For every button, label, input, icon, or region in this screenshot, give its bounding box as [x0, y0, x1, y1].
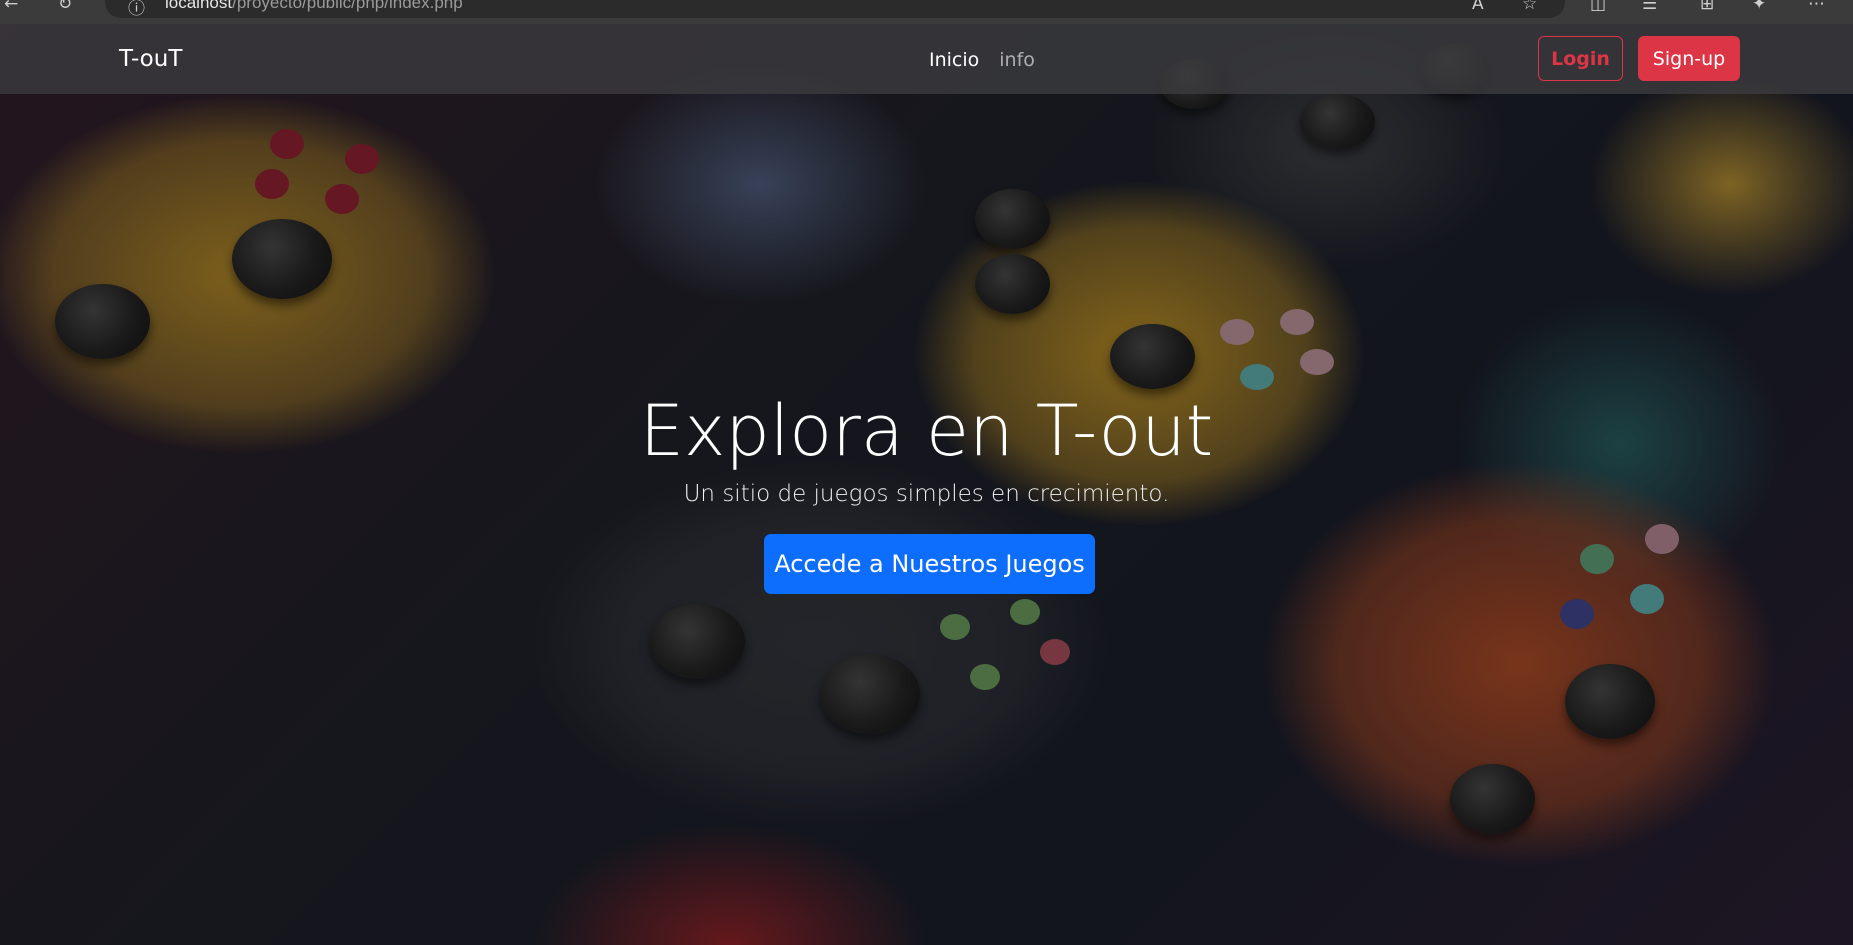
favorites-icon[interactable]: ☰: [1642, 0, 1657, 14]
brand-logo[interactable]: T-ouT: [119, 46, 182, 72]
nav-link-inicio[interactable]: Inicio: [929, 49, 979, 71]
login-button[interactable]: Login: [1538, 36, 1623, 81]
more-icon[interactable]: ⋯: [1808, 0, 1825, 14]
url-text[interactable]: localhost/proyecto/public/php/index.php: [165, 0, 463, 13]
navbar: T-ouT Inicio info Login Sign-up: [0, 24, 1853, 94]
nav-link-info[interactable]: info: [999, 49, 1035, 71]
back-icon[interactable]: ←: [4, 0, 18, 14]
signup-button[interactable]: Sign-up: [1638, 36, 1740, 81]
refresh-icon[interactable]: ↻: [58, 0, 72, 14]
browser-toolbar: ← ↻ ⓘ localhost/proyecto/public/php/inde…: [0, 0, 1853, 24]
collections-icon[interactable]: ⊞: [1700, 0, 1714, 14]
extensions-icon[interactable]: ✦: [1752, 0, 1766, 14]
hero-subtitle: Un sitio de juegos simples en crecimient…: [683, 481, 1170, 507]
nav-links: Inicio info: [929, 49, 1035, 71]
split-screen-icon[interactable]: ◫: [1590, 0, 1606, 14]
info-icon[interactable]: ⓘ: [128, 0, 145, 19]
favorite-star-icon[interactable]: ☆: [1522, 0, 1537, 14]
read-aloud-icon[interactable]: A: [1472, 0, 1484, 14]
games-cta-button[interactable]: Accede a Nuestros Juegos: [764, 534, 1095, 594]
url-host: localhost: [165, 0, 233, 12]
hero-title: Explora en T-out: [639, 390, 1214, 472]
url-path: /proyecto/public/php/index.php: [232, 0, 463, 12]
